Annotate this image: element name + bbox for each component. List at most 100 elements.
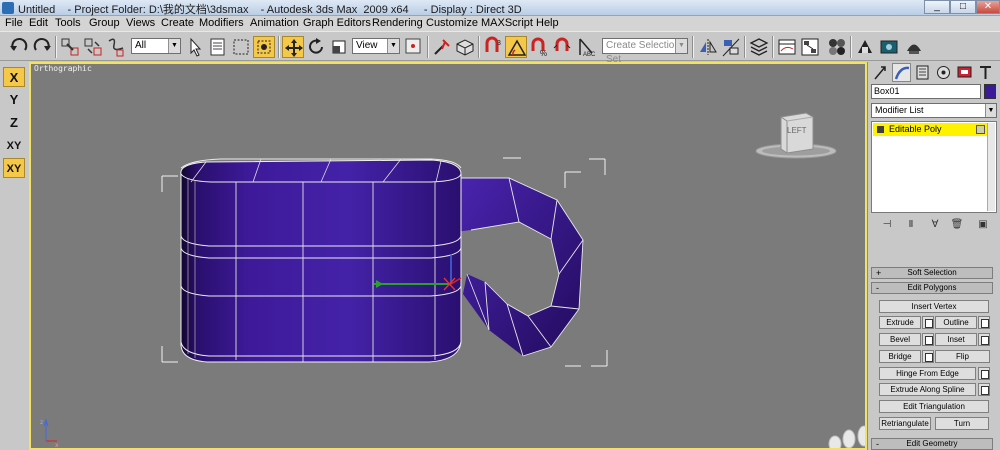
pin-stack-icon[interactable]: ⊣ [879, 217, 895, 233]
maximize-button[interactable]: □ [950, 0, 976, 14]
spinner-snap-toggle-icon[interactable] [551, 36, 573, 58]
edit-triangulation-button[interactable]: Edit Triangulation [879, 400, 989, 413]
bind-to-space-warp-icon[interactable] [105, 36, 127, 58]
render-setup-icon[interactable] [854, 36, 876, 58]
angle-snap-toggle-icon[interactable] [505, 36, 527, 58]
undo-icon[interactable] [8, 36, 30, 58]
hinge-settings-icon[interactable] [978, 367, 990, 380]
restrict-y-button[interactable]: Y [3, 90, 25, 110]
menu-group[interactable]: Group [89, 17, 120, 29]
unlink-selection-icon[interactable] [82, 36, 104, 58]
app-icon[interactable] [2, 2, 14, 14]
keyboard-shortcut-override-icon[interactable] [454, 36, 476, 58]
flip-button[interactable]: Flip [935, 350, 990, 363]
configure-modifier-sets-icon[interactable]: ▣ [975, 217, 991, 233]
reference-coordinate-dropdown[interactable]: View ▼ [352, 38, 400, 54]
bridge-button[interactable]: Bridge [879, 350, 921, 363]
redo-icon[interactable] [31, 36, 53, 58]
menu-animation[interactable]: Animation [250, 17, 299, 29]
display-tab-icon[interactable] [955, 63, 974, 82]
retriangulate-button[interactable]: Retriangulate [879, 417, 931, 430]
insert-vertex-button[interactable]: Insert Vertex [879, 300, 989, 313]
material-editor-icon[interactable] [826, 36, 848, 58]
stack-item-subobject-icon[interactable] [976, 125, 985, 134]
layer-manager-icon[interactable] [748, 36, 770, 58]
select-and-move-icon[interactable] [282, 36, 304, 58]
motion-tab-icon[interactable] [934, 63, 953, 82]
snaps-toggle-icon[interactable]: 3 [482, 36, 504, 58]
outline-settings-icon[interactable] [978, 316, 990, 329]
restrict-x-button[interactable]: X [3, 67, 25, 87]
menu-edit[interactable]: Edit [29, 17, 48, 29]
align-icon[interactable] [720, 36, 742, 58]
menu-views[interactable]: Views [126, 17, 155, 29]
modifier-list-dropdown[interactable]: Modifier List ▼ [871, 103, 997, 118]
outline-button[interactable]: Outline [935, 316, 977, 329]
restrict-xy-button[interactable]: XY [3, 136, 25, 156]
stack-item-toggle-icon[interactable] [877, 126, 884, 133]
cup-body-mesh [180, 158, 462, 363]
rollout-edit-polygons[interactable]: - Edit Polygons [871, 282, 993, 294]
utilities-tab-icon[interactable] [976, 63, 995, 82]
selection-filter-dropdown[interactable]: All ▼ [131, 38, 181, 54]
rollout-soft-selection[interactable]: + Soft Selection [871, 267, 993, 279]
select-and-scale-icon[interactable] [328, 36, 350, 58]
menu-tools[interactable]: Tools [55, 17, 81, 29]
menu-create[interactable]: Create [161, 17, 194, 29]
render-production-icon[interactable] [903, 36, 925, 58]
menu-customize[interactable]: Customize [426, 17, 478, 29]
close-button[interactable]: ✕ [976, 0, 1000, 14]
rollout-title: Edit Polygons [907, 283, 957, 292]
remove-modifier-icon[interactable]: 🗑 [949, 217, 965, 233]
menu-modifiers[interactable]: Modifiers [199, 17, 244, 29]
percent-snap-toggle-icon[interactable]: % [528, 36, 550, 58]
named-selection-set-dropdown[interactable]: Create Selection Set ▼ [602, 38, 688, 65]
turn-button[interactable]: Turn [935, 417, 989, 430]
menu-file[interactable]: File [5, 17, 23, 29]
hierarchy-tab-icon[interactable] [913, 63, 932, 82]
extrude-button[interactable]: Extrude [879, 316, 921, 329]
hinge-from-edge-button[interactable]: Hinge From Edge [879, 367, 976, 380]
object-name-field[interactable]: Box01 [871, 84, 981, 99]
select-and-manipulate-icon[interactable] [431, 36, 453, 58]
mirror-icon[interactable] [697, 36, 719, 58]
selection-filter-value: All [135, 40, 147, 51]
rollout-edit-geometry[interactable]: - Edit Geometry [871, 438, 993, 450]
restrict-z-button[interactable]: Z [3, 113, 25, 133]
extrude-settings-icon[interactable] [922, 316, 934, 329]
modify-tab-icon[interactable] [892, 63, 911, 82]
menu-maxscript[interactable]: MAXScript [481, 17, 533, 29]
make-unique-icon[interactable]: ∀ [927, 217, 943, 233]
edit-named-selection-icon[interactable]: ABC [576, 36, 598, 58]
create-tab-icon[interactable] [871, 63, 890, 82]
select-and-rotate-icon[interactable] [305, 36, 327, 58]
stack-item-editable-poly[interactable]: Editable Poly [873, 123, 987, 136]
select-object-icon[interactable] [184, 36, 206, 58]
extrude-along-spline-settings-icon[interactable] [978, 383, 990, 396]
select-and-link-icon[interactable] [59, 36, 81, 58]
minimize-button[interactable]: _ [924, 0, 950, 14]
rectangular-selection-icon[interactable] [230, 36, 252, 58]
orthographic-viewport[interactable]: Orthographic z x LEFT [29, 62, 867, 450]
chevron-down-icon: ▼ [387, 39, 399, 53]
use-pivot-center-icon[interactable] [403, 36, 425, 58]
inset-button[interactable]: Inset [935, 333, 977, 346]
show-end-result-icon[interactable]: Ⅱ [903, 217, 919, 233]
bevel-settings-icon[interactable] [922, 333, 934, 346]
menu-graph-editors[interactable]: Graph Editors [303, 17, 371, 29]
viewcube[interactable] [751, 109, 841, 169]
menu-help[interactable]: Help [536, 17, 559, 29]
object-color-swatch[interactable] [984, 84, 996, 99]
bevel-button[interactable]: Bevel [879, 333, 921, 346]
bridge-settings-icon[interactable] [922, 350, 934, 363]
restrict-xy-plane-button[interactable]: XY [3, 158, 25, 178]
curve-editor-icon[interactable] [776, 36, 798, 58]
window-crossing-icon[interactable] [253, 36, 275, 58]
stack-scrollbar[interactable] [987, 123, 995, 211]
inset-settings-icon[interactable] [978, 333, 990, 346]
select-by-name-icon[interactable] [207, 36, 229, 58]
menu-rendering[interactable]: Rendering [372, 17, 423, 29]
extrude-along-spline-button[interactable]: Extrude Along Spline [879, 383, 976, 396]
schematic-view-icon[interactable] [799, 36, 821, 58]
rendered-frame-window-icon[interactable] [878, 36, 900, 58]
